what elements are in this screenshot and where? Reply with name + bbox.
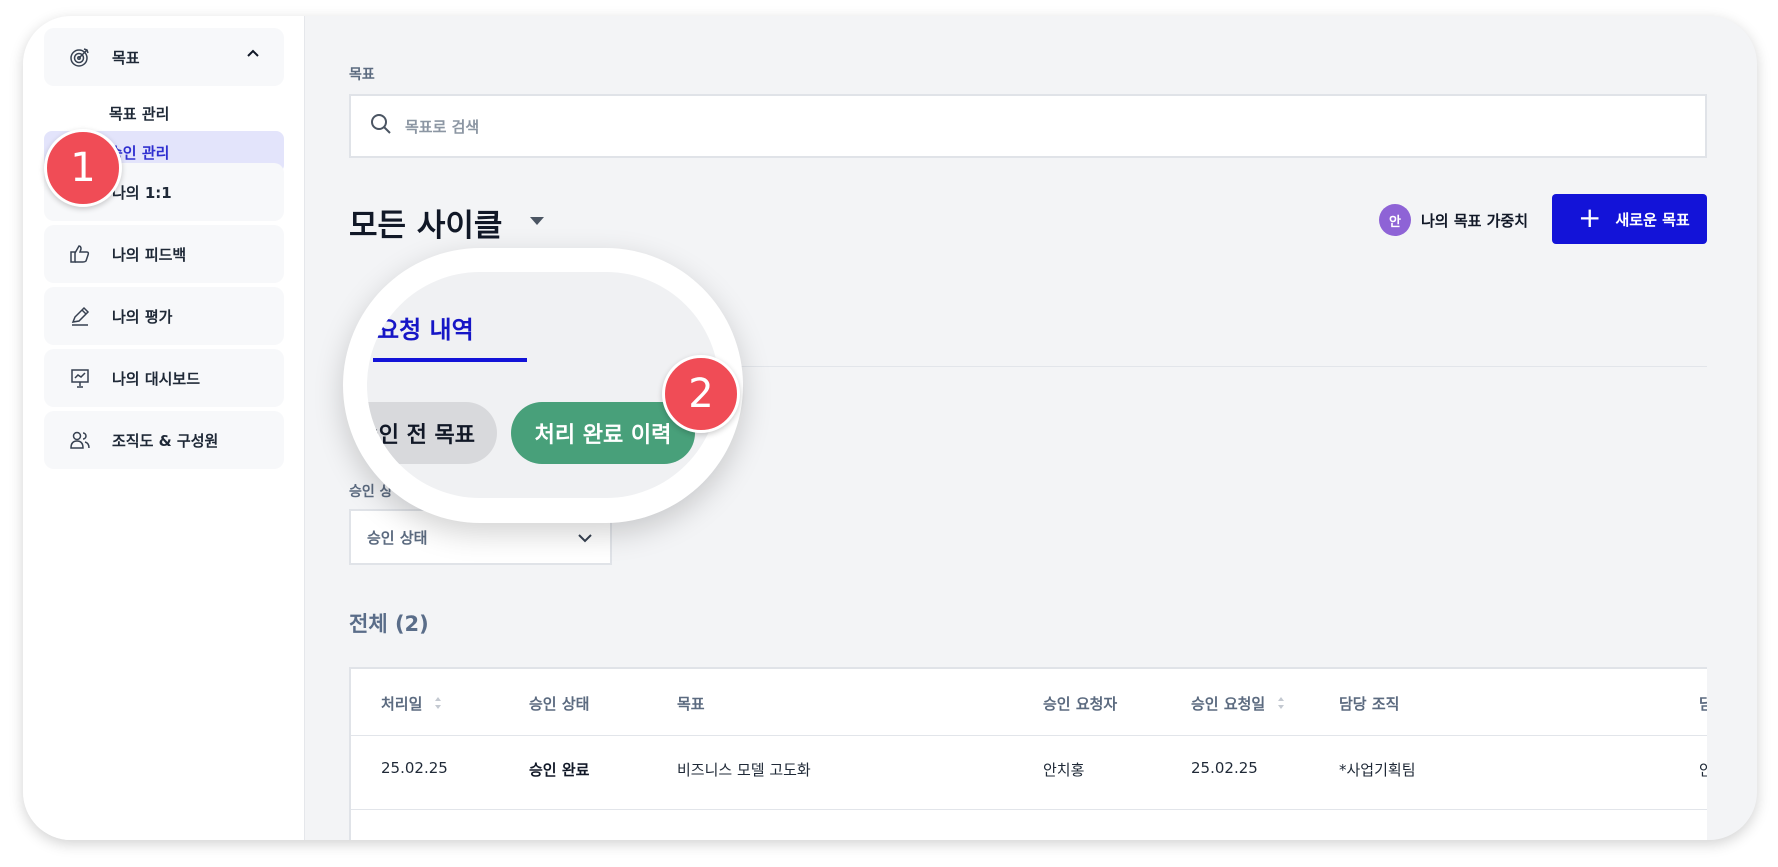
cycle-title[interactable]: 모든 사이클: [349, 200, 502, 245]
sidebar-item-label: 조직도 & 구성원: [112, 431, 219, 450]
caret-down-icon[interactable]: [530, 217, 544, 225]
search-input[interactable]: 목표로 검색: [349, 94, 1707, 158]
sidebar-item-feedback[interactable]: 나의 피드백: [44, 225, 284, 283]
approval-table: 처리일 승인 상태 목표 승인 요청자 승인 요청일 담당 조직 담 25.02…: [349, 667, 1707, 840]
row-divider: [351, 809, 1707, 810]
column-header-status: 승인 상태: [529, 695, 590, 713]
column-header-requester: 승인 요청자: [1043, 695, 1118, 713]
column-header-truncated: 담: [1699, 693, 1707, 714]
table-cell-truncated: 안: [1699, 759, 1707, 780]
pending-goals-pill[interactable]: 승인 전 목표: [367, 402, 497, 464]
search-icon: [369, 112, 393, 140]
sidebar-sub-goal-manage[interactable]: 목표 관리: [109, 103, 169, 124]
search-label: 목표: [349, 67, 375, 83]
search-placeholder: 목표로 검색: [405, 117, 480, 136]
sidebar-item-dashboard[interactable]: 나의 대시보드: [44, 349, 284, 407]
sidebar-item-label: 나의 1:1: [112, 183, 172, 202]
goal-weight-label: 나의 목표 가중치: [1421, 211, 1529, 230]
sidebar-item-org-chart[interactable]: 조직도 & 구성원: [44, 411, 284, 469]
step-badge-1: 1: [44, 129, 122, 207]
target-icon: [68, 45, 92, 69]
table-cell-requester: 안치홍: [1043, 761, 1085, 779]
sort-icon[interactable]: [1277, 696, 1285, 714]
sidebar-item-label: 나의 대시보드: [112, 369, 201, 388]
column-header-request-date[interactable]: 승인 요청일: [1191, 693, 1285, 714]
chevron-up-icon[interactable]: [246, 46, 260, 64]
table-cell-org: *사업기획팀: [1339, 761, 1416, 779]
step-badge-2: 2: [662, 355, 740, 433]
sidebar-item-evaluation[interactable]: 나의 평가: [44, 287, 284, 345]
total-count: 전체 (2): [349, 612, 429, 636]
sidebar-item-label: 목표: [112, 48, 140, 67]
column-header-processed-date[interactable]: 처리일: [381, 693, 442, 714]
plus-icon: +: [1578, 201, 1602, 234]
goal-weight-button[interactable]: 안 나의 목표 가중치: [1379, 204, 1528, 236]
thumbs-up-icon: [68, 242, 92, 266]
users-icon: [68, 428, 92, 452]
table-cell-goal[interactable]: 비즈니스 모델 고도화: [677, 759, 811, 780]
pen-edit-icon: [68, 304, 92, 328]
sidebar-item-label: 나의 평가: [112, 307, 173, 326]
presentation-chart-icon: [68, 366, 92, 390]
status-select-value: 승인 상태: [367, 528, 428, 547]
sidebar-item-goal[interactable]: 목표: [44, 28, 284, 86]
sort-icon[interactable]: [434, 696, 442, 714]
active-tab-indicator: [373, 358, 527, 362]
new-goal-button[interactable]: + 새로운 목표: [1552, 194, 1707, 244]
table-cell-request-date: 25.02.25: [1191, 759, 1258, 777]
sidebar-item-label: 나의 피드백: [112, 245, 187, 264]
new-goal-label: 새로운 목표: [1615, 210, 1690, 229]
app-window: 목표 목표 관리 승인 관리 나의 1:1 나의 피드백 나의 평가 나의 대시…: [23, 16, 1757, 840]
table-cell-processed-date: 25.02.25: [381, 759, 448, 777]
column-header-org: 담당 조직: [1339, 695, 1400, 713]
tab-request-history[interactable]: 요청 내역: [377, 310, 474, 345]
table-cell-status: 승인 완료: [529, 761, 590, 779]
column-header-goal: 목표: [677, 695, 705, 713]
chevron-down-icon: [576, 529, 594, 551]
avatar: 안: [1379, 204, 1411, 236]
row-divider: [351, 735, 1707, 736]
